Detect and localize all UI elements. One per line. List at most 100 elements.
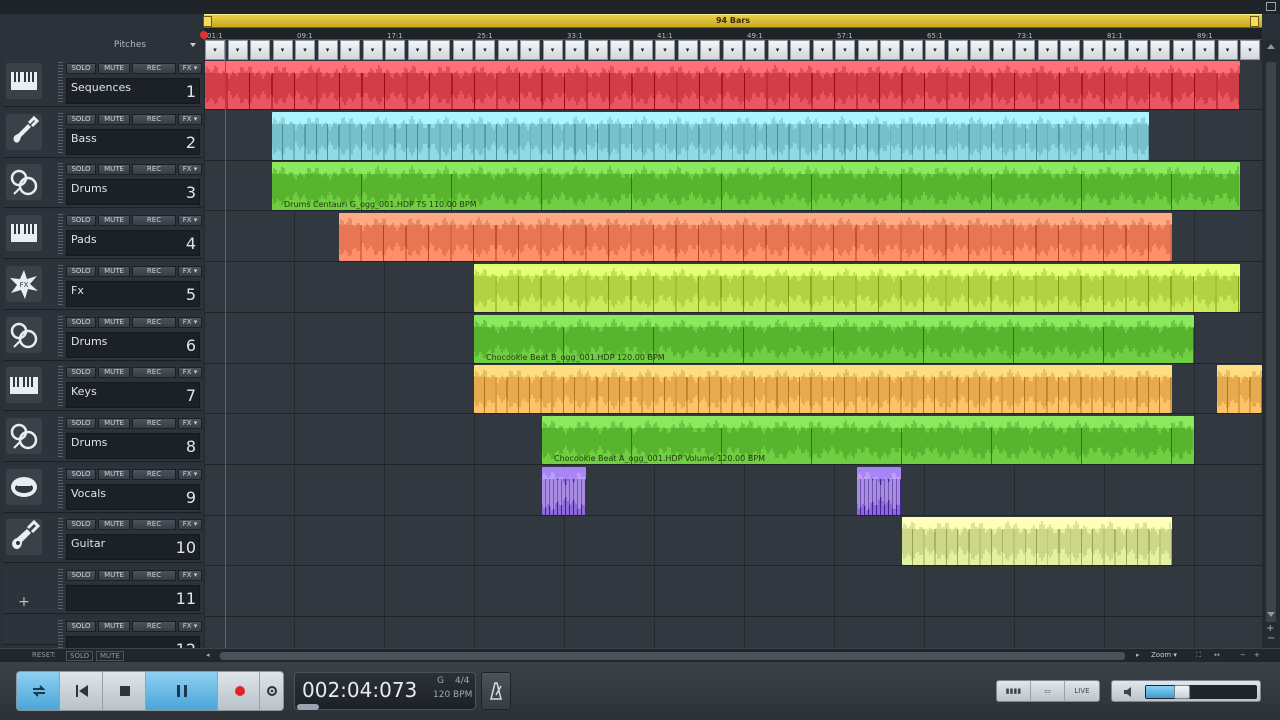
reset-solo-button[interactable]: SOLO — [66, 651, 94, 661]
audio-clip[interactable] — [474, 365, 1172, 414]
fx-button[interactable]: FX ▾ — [178, 63, 202, 74]
record-arm-button[interactable]: REC — [132, 519, 176, 531]
audio-clip[interactable] — [542, 466, 586, 515]
section-marker[interactable]: ▾ — [767, 40, 788, 60]
loop-range-bar[interactable]: 94 Bars — [204, 14, 1262, 28]
section-marker[interactable]: ▾ — [542, 40, 563, 60]
time-display[interactable]: 002:04:073 G 4/4 120 BPM — [294, 672, 476, 710]
track-lane[interactable] — [204, 466, 1262, 516]
section-marker[interactable]: ▾ — [227, 40, 248, 60]
track-lane[interactable] — [204, 567, 1262, 617]
section-marker[interactable]: ▾ — [317, 40, 338, 60]
track-grip[interactable] — [58, 467, 63, 510]
track-header[interactable]: + SOLO MUTE REC FX ▾ 12 — [4, 617, 202, 662]
horizontal-scroll-thumb[interactable] — [220, 652, 1125, 660]
track-header[interactable]: SOLO MUTE REC FX ▾ Bass 2 — [4, 110, 202, 158]
scroll-down-icon[interactable] — [1267, 612, 1275, 617]
track-name-field[interactable]: Sequences — [66, 78, 200, 104]
track-name-field[interactable]: Drums — [66, 179, 200, 206]
vertical-scroll-thumb[interactable] — [1266, 62, 1276, 622]
audio-clip[interactable] — [339, 213, 1172, 262]
section-marker[interactable]: ▾ — [1217, 40, 1238, 60]
track-header[interactable]: SOLO MUTE REC FX ▾ Sequences 1 — [4, 60, 202, 107]
fit-view-icon[interactable]: ⛶ — [1196, 651, 1201, 660]
fx-button[interactable]: FX ▾ — [178, 113, 202, 125]
track-name-field[interactable]: Drums — [66, 331, 200, 358]
section-marker[interactable]: ▾ — [677, 40, 698, 60]
fx-button[interactable]: FX ▾ — [178, 265, 202, 277]
mute-button[interactable]: MUTE — [98, 367, 130, 379]
section-marker[interactable]: ▾ — [902, 40, 923, 60]
loop-start-handle[interactable] — [203, 16, 212, 27]
mute-button[interactable]: MUTE — [98, 570, 130, 581]
mute-button[interactable]: MUTE — [98, 519, 130, 531]
section-marker[interactable]: ▾ — [1127, 40, 1148, 60]
section-marker[interactable]: ▾ — [790, 40, 810, 60]
audio-clip[interactable] — [902, 517, 1172, 566]
section-marker[interactable]: ▾ — [520, 40, 540, 60]
loop-end-handle[interactable] — [1250, 16, 1259, 27]
fx-button[interactable]: FX ▾ — [178, 164, 202, 176]
section-marker[interactable]: ▾ — [565, 40, 585, 60]
solo-button[interactable]: SOLO — [66, 417, 96, 429]
section-marker[interactable]: ▾ — [722, 40, 743, 60]
solo-button[interactable]: SOLO — [66, 367, 96, 379]
track-header[interactable]: SOLO MUTE REC FX ▾ Drums 6 — [4, 313, 202, 361]
track-grip[interactable] — [58, 518, 63, 561]
section-marker[interactable]: ▾ — [1172, 40, 1193, 60]
live-view-button[interactable]: LIVE — [1065, 681, 1099, 701]
record-arm-button[interactable]: REC — [132, 417, 176, 429]
solo-button[interactable]: SOLO — [66, 316, 96, 328]
time-scrub-handle[interactable] — [297, 704, 319, 710]
solo-button[interactable]: SOLO — [66, 519, 96, 531]
mute-button[interactable]: MUTE — [98, 63, 130, 74]
track-grip[interactable] — [58, 163, 63, 206]
record-arm-button[interactable]: REC — [132, 215, 176, 227]
section-marker[interactable]: ▾ — [610, 40, 630, 60]
fx-button[interactable]: FX ▾ — [178, 570, 202, 581]
clip-view-button[interactable]: ▭ — [1031, 681, 1065, 701]
section-marker[interactable]: ▾ — [250, 40, 270, 60]
solo-button[interactable]: SOLO — [66, 63, 96, 74]
section-marker[interactable]: ▾ — [407, 40, 428, 60]
audio-clip[interactable]: Chocookie Beat B_ogg_001.HDP 120.00 BPM — [474, 314, 1194, 363]
section-marker[interactable]: ▾ — [1015, 40, 1035, 60]
mute-button[interactable]: MUTE — [98, 113, 130, 125]
track-grip[interactable] — [58, 416, 63, 459]
fx-button[interactable]: FX ▾ — [178, 620, 202, 632]
record-button[interactable] — [218, 672, 260, 710]
track-grip[interactable] — [58, 366, 63, 409]
section-marker[interactable]: ▾ — [992, 40, 1013, 60]
section-marker[interactable]: ▾ — [475, 40, 495, 60]
section-marker[interactable]: ▾ — [497, 40, 518, 60]
track-lane[interactable] — [204, 618, 1262, 648]
zoom-out-icon[interactable]: − — [1240, 651, 1246, 659]
speaker-icon[interactable] — [1122, 685, 1136, 699]
section-marker[interactable]: ▾ — [1105, 40, 1125, 60]
reset-mute-button[interactable]: MUTE — [96, 651, 124, 661]
section-marker[interactable]: ▾ — [970, 40, 990, 60]
scroll-up-icon[interactable] — [1267, 44, 1275, 49]
playhead-marker[interactable] — [200, 31, 208, 39]
track-header[interactable]: SOLO MUTE REC FX ▾ Guitar 10 — [4, 516, 202, 564]
pitches-dropdown[interactable]: Pitches — [60, 40, 200, 54]
record-arm-button[interactable]: REC — [132, 265, 176, 277]
track-name-field[interactable]: Vocals — [66, 483, 200, 510]
arrangement-area[interactable]: Drums Centauri G_ogg_001.HDP TS 110.00 B… — [204, 60, 1262, 648]
record-arm-button[interactable]: REC — [132, 316, 176, 328]
loop-button[interactable] — [17, 672, 60, 710]
solo-button[interactable]: SOLO — [66, 215, 96, 227]
section-marker[interactable]: ▾ — [205, 40, 225, 60]
section-marker[interactable]: ▾ — [1240, 40, 1260, 60]
section-marker[interactable]: ▾ — [362, 40, 383, 60]
mute-button[interactable]: MUTE — [98, 265, 130, 277]
track-name-field[interactable]: Bass — [66, 128, 200, 155]
record-arm-button[interactable]: REC — [132, 367, 176, 379]
track-name-field[interactable]: Drums — [66, 432, 200, 459]
stop-button[interactable] — [103, 672, 146, 710]
track-grip[interactable] — [58, 62, 63, 104]
record-arm-button[interactable]: REC — [132, 63, 176, 74]
mute-button[interactable]: MUTE — [98, 215, 130, 227]
record-arm-button[interactable]: REC — [132, 570, 176, 581]
section-marker[interactable]: ▾ — [452, 40, 473, 60]
